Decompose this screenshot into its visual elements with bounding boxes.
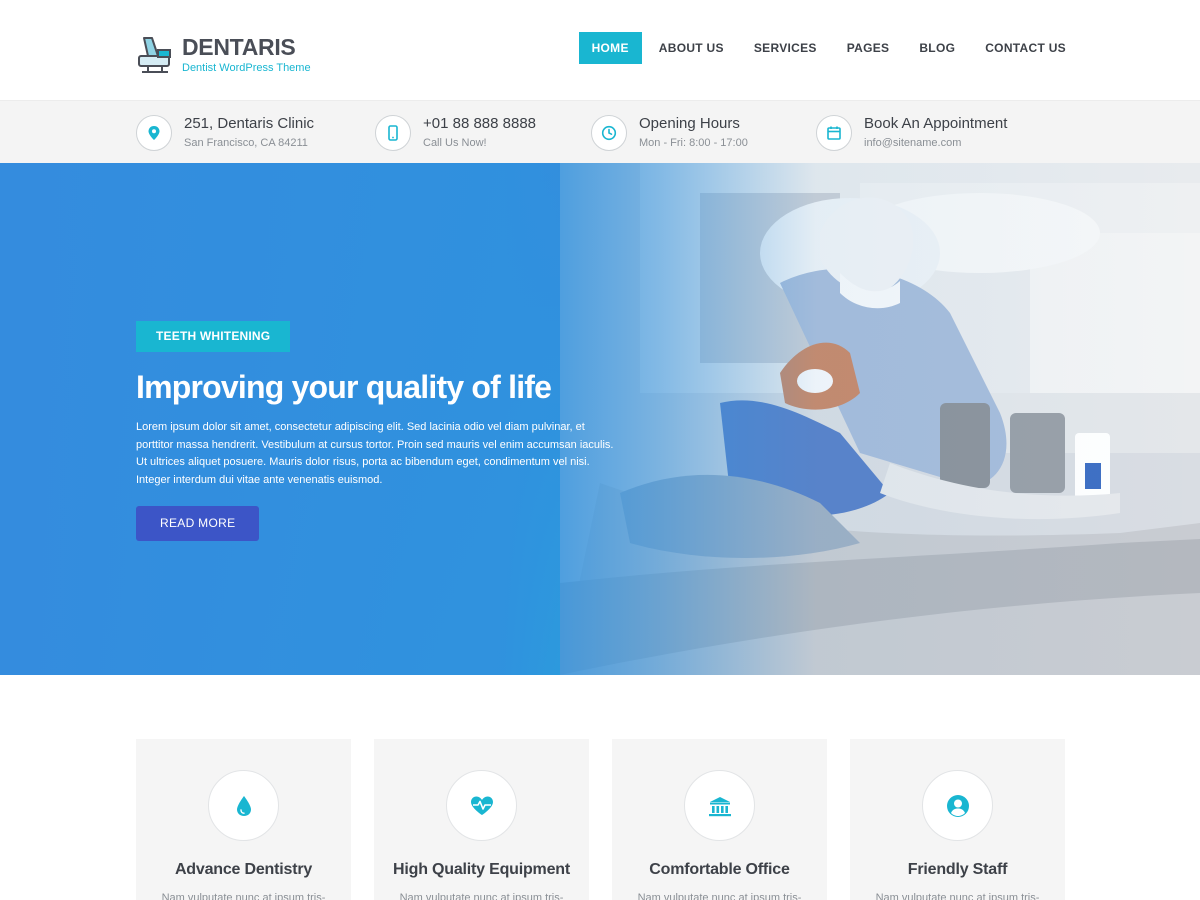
- brand-tagline: Dentist WordPress Theme: [182, 62, 311, 74]
- info-hours-subtitle: Mon - Fri: 8:00 - 17:00: [639, 137, 748, 149]
- read-more-button[interactable]: READ MORE: [136, 506, 260, 541]
- info-phone: +01 88 888 8888 Call Us Now!: [375, 115, 536, 151]
- dental-chair-icon: [138, 37, 171, 73]
- feature-card: Friendly Staff Nam vulputate nunc at ips…: [850, 739, 1065, 900]
- site-logo[interactable]: DENTARIS Dentist WordPress Theme: [136, 34, 311, 75]
- nav-pages[interactable]: PAGES: [832, 32, 905, 64]
- feature-title: Advance Dentistry: [174, 861, 313, 878]
- feature-card: Comfortable Office Nam vulputate nunc at…: [612, 739, 827, 900]
- feature-card: Advance Dentistry Nam vulputate nunc at …: [136, 739, 351, 900]
- contact-info-bar: 251, Dentaris Clinic San Francisco, CA 8…: [0, 100, 1200, 163]
- clock-icon: [591, 115, 627, 151]
- nav-blog[interactable]: BLOG: [904, 32, 970, 64]
- info-appointment-email[interactable]: info@sitename.com: [864, 135, 1007, 151]
- info-hours: Opening Hours Mon - Fri: 8:00 - 17:00: [591, 115, 748, 151]
- nav-contact-us[interactable]: CONTACT US: [970, 32, 1066, 64]
- info-hours-title: Opening Hours: [639, 115, 740, 132]
- site-header: DENTARIS Dentist WordPress Theme HOME AB…: [0, 0, 1200, 100]
- nav-home[interactable]: HOME: [578, 32, 642, 64]
- nav-about-us[interactable]: ABOUT US: [644, 32, 739, 64]
- location-pin-icon: [136, 115, 172, 151]
- feature-title: Comfortable Office: [649, 861, 790, 878]
- main-nav: HOME ABOUT US SERVICES PAGES BLOG CONTAC…: [578, 32, 1066, 64]
- info-appointment-title[interactable]: Book An Appointment: [864, 115, 1007, 133]
- hero-tag: TEETH WHITENING: [136, 321, 291, 352]
- user-icon: [922, 770, 993, 841]
- feature-text: Nam vulputate nunc at ipsum tris-: [875, 892, 1040, 900]
- mobile-phone-icon: [375, 115, 411, 151]
- info-phone-subtitle: Call Us Now!: [423, 137, 487, 149]
- building-icon: [684, 770, 755, 841]
- info-address-title: 251, Dentaris Clinic: [184, 115, 315, 132]
- feature-title: High Quality Equipment: [393, 861, 570, 878]
- calendar-icon: [816, 115, 852, 151]
- feature-text: Nam vulputate nunc at ipsum tris-: [399, 892, 564, 900]
- feature-title: Friendly Staff: [907, 861, 1008, 878]
- water-drop-icon: [208, 770, 279, 841]
- info-appointment: Book An Appointment info@sitename.com: [816, 115, 1007, 151]
- nav-services[interactable]: SERVICES: [739, 32, 832, 64]
- hero-text: Lorem ipsum dolor sit amet, consectetur …: [136, 421, 614, 486]
- info-address: 251, Dentaris Clinic San Francisco, CA 8…: [136, 115, 314, 151]
- info-address-subtitle: San Francisco, CA 84211: [184, 137, 308, 149]
- feature-text: Nam vulputate nunc at ipsum tris-: [161, 892, 326, 900]
- feature-card: High Quality Equipment Nam vulputate nun…: [374, 739, 589, 900]
- heartbeat-icon: [446, 770, 517, 841]
- brand-name: DENTARIS: [182, 34, 296, 60]
- hero-content: TEETH WHITENING Improving your quality o…: [136, 321, 626, 541]
- info-phone-title[interactable]: +01 88 888 8888: [423, 115, 536, 133]
- hero-slider: TEETH WHITENING Improving your quality o…: [0, 163, 1200, 675]
- hero-title: Improving your quality of life: [136, 369, 552, 405]
- feature-text: Nam vulputate nunc at ipsum tris-: [637, 892, 802, 900]
- features-section: Advance Dentistry Nam vulputate nunc at …: [136, 739, 1066, 900]
